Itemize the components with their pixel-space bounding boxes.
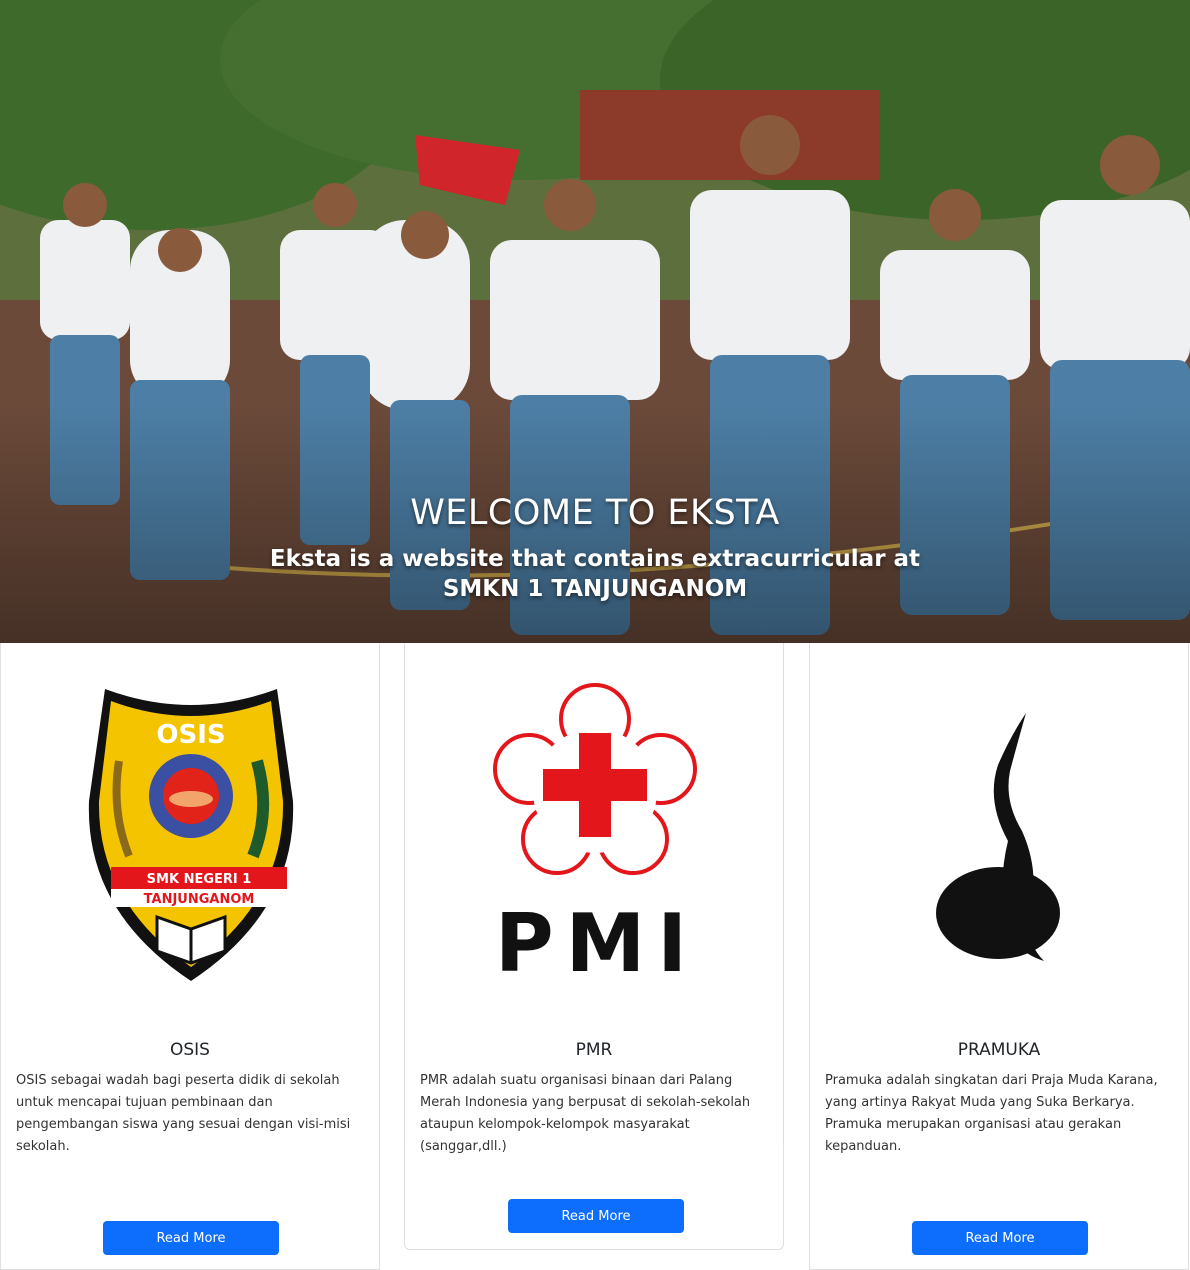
card-text: PMR adalah suatu organisasi binaan dari … (420, 1073, 751, 1154)
pmi-red-cross-icon: PMI (493, 683, 699, 990)
card-title: PRAMUKA (957, 1040, 1041, 1060)
read-more-button[interactable]: Read More (912, 1221, 1088, 1255)
card-pmr: PMI PMR PMR adalah suatu organisasi bina… (404, 643, 784, 1250)
read-more-button[interactable]: Read More (103, 1221, 279, 1255)
pmi-wordmark: PMI (495, 897, 699, 990)
osis-top-text: OSIS (156, 720, 225, 750)
hero-subtitle: Eksta is a website that contains extracu… (269, 546, 921, 602)
card-title: OSIS (170, 1040, 210, 1060)
card-osis: OSIS SMK NEGERI 1 TANJUNGANOM OSIS OSIS … (0, 643, 380, 1270)
card-pramuka: PRAMUKA Pramuka adalah singkatan dari Pr… (809, 643, 1189, 1270)
osis-band-line1: SMK NEGERI 1 (147, 872, 252, 887)
osis-emblem-icon: OSIS SMK NEGERI 1 TANJUNGANOM (88, 689, 294, 981)
hero-title: WELCOME TO EKSTA (410, 493, 780, 533)
hero-caption: WELCOME TO EKSTA Eksta is a website that… (0, 492, 1190, 604)
read-more-button[interactable]: Read More (508, 1199, 684, 1233)
osis-band-line2: TANJUNGANOM (144, 892, 255, 907)
card-title: PMR (575, 1040, 613, 1060)
card-text: Pramuka adalah singkatan dari Praja Muda… (825, 1073, 1158, 1154)
extracurricular-cards: OSIS SMK NEGERI 1 TANJUNGANOM OSIS OSIS … (0, 643, 1190, 1270)
hero-banner: WELCOME TO EKSTA Eksta is a website that… (0, 0, 1190, 643)
tunas-kelapa-icon (936, 713, 1060, 961)
card-text: OSIS sebagai wadah bagi peserta didik di… (16, 1073, 351, 1154)
